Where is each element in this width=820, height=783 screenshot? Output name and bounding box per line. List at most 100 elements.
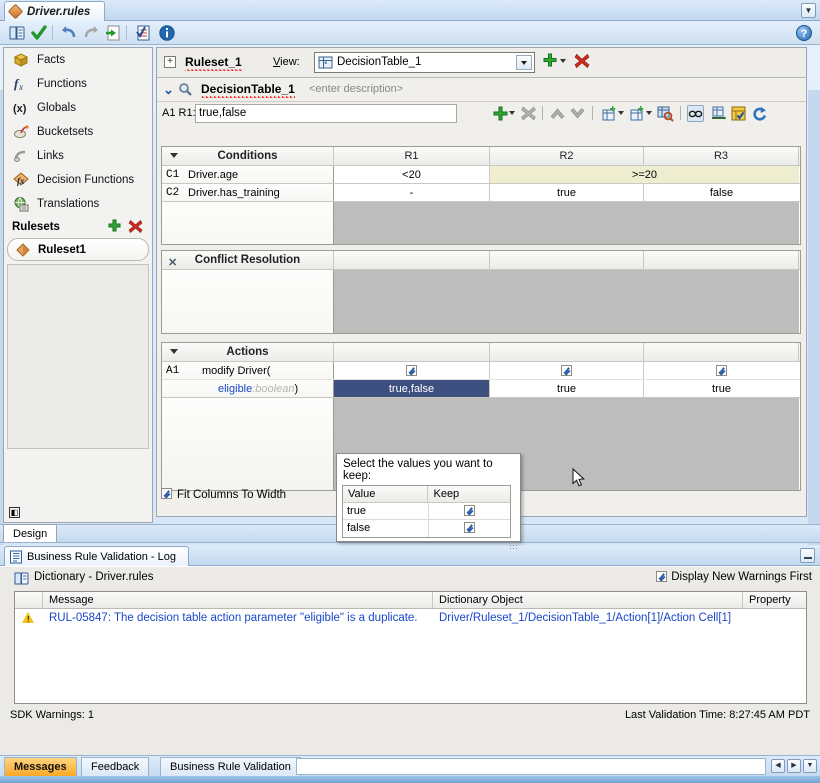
collapse-triangle-icon[interactable] [170,153,178,158]
action-value-r1[interactable]: true,false [334,380,490,397]
action-enabled-checkbox[interactable] [406,365,417,376]
compact-rules-icon[interactable] [710,105,727,122]
checklist-icon[interactable] [134,24,152,42]
log-message[interactable]: RUL-05847: The decision table action par… [43,609,433,627]
actions-title-cell[interactable]: Actions [162,343,334,361]
chevron-down-icon[interactable]: ▼ [801,3,816,18]
split-dropdown-arrow[interactable] [618,111,624,115]
nav-prev-icon[interactable]: ◀ [771,759,785,773]
action-enabled-checkbox[interactable] [561,365,572,376]
delete-view-button[interactable] [574,53,590,69]
chevron-down-icon[interactable] [516,55,532,70]
keep-checkbox[interactable] [464,522,475,533]
tab-feedback[interactable]: Feedback [81,757,149,776]
add-rule-icon[interactable] [492,105,509,122]
add-view-dropdown-arrow[interactable] [560,59,566,63]
action-enabled-r3[interactable] [644,362,799,379]
fit-columns-checkbox[interactable] [161,488,172,499]
resize-grip-icon[interactable] [509,541,518,550]
sidebar-empty-area [7,264,149,449]
add-ruleset-button[interactable] [107,219,122,234]
conflict-check-icon[interactable] [730,105,747,122]
column-header-r2[interactable]: R2 [490,147,644,165]
condition-cell-c1-merged-r2-r3[interactable]: >=20 [490,166,799,183]
condition-cell-c1-r1[interactable]: <20 [334,166,490,183]
keep-value-label: true [343,503,429,519]
sidebar-item-decision-functions[interactable]: fx Decision Functions [4,168,152,192]
validate-check-icon[interactable] [30,24,48,42]
column-header-r1[interactable]: R1 [334,147,490,165]
expression-input[interactable]: true,false [195,104,457,123]
action-param-label-cell[interactable]: eligible:boolean) [162,380,334,397]
double-chevron-icon[interactable]: ⌄ [163,82,174,98]
display-new-warnings-first-toggle[interactable]: Display New Warnings First [656,571,812,583]
sidebar-item-functions[interactable]: fx Functions [4,72,152,96]
collapse-triangle-icon[interactable] [170,349,178,354]
sidebar-footer-toggle[interactable]: ◧ [3,505,153,523]
log-dictionary-object[interactable]: Driver/Ruleset_1/DecisionTable_1/Action[… [433,609,743,627]
action-enabled-checkbox[interactable] [716,365,727,376]
view-select[interactable]: DecisionTable_1 [314,52,535,73]
nav-next-icon[interactable]: ▶ [787,759,801,773]
display-new-warnings-checkbox[interactable] [656,571,667,582]
keep-checkbox[interactable] [464,505,475,516]
nav-menu-icon[interactable]: ▼ [803,759,817,773]
find-table-icon[interactable] [657,105,674,122]
document-tab-driver-rules[interactable]: Driver.rules [4,1,105,21]
export-icon[interactable] [104,24,122,42]
condition-cell-c2-r3[interactable]: false [644,184,799,201]
keep-values-row[interactable]: true [343,503,510,520]
merge-dropdown-arrow[interactable] [646,111,652,115]
undo-icon[interactable] [60,24,78,42]
sidebar-item-facts[interactable]: Facts [4,48,152,72]
tab-messages[interactable]: Messages [4,757,77,776]
log-col-message[interactable]: Message [43,592,433,608]
action-enabled-r2[interactable] [490,362,644,379]
actions-header-r2 [490,343,644,361]
log-col-property[interactable]: Property [743,592,806,608]
info-icon[interactable] [158,24,176,42]
add-rule-dropdown-arrow[interactable] [509,111,515,115]
gap-check-icon[interactable] [687,105,704,122]
delete-ruleset-button[interactable] [128,219,143,234]
action-label-cell[interactable]: A1 modify Driver( [162,362,334,379]
refresh-table-icon[interactable] [751,105,768,122]
help-question-icon[interactable]: ? [796,25,812,41]
keep-values-row[interactable]: false [343,520,510,537]
action-value-r2[interactable]: true [490,380,644,397]
sidebar-item-globals[interactable]: (x) Globals [4,96,152,120]
magnifier-icon[interactable] [178,82,193,97]
sidebar-item-label: Links [37,150,64,162]
collapse-panel-icon[interactable]: ◧ [9,507,20,518]
split-table-icon[interactable] [601,105,618,122]
tab-business-rule-validation[interactable]: Business Rule Validation [160,757,301,776]
expand-ruleset-toggle[interactable]: + [164,56,176,68]
keep-values-popup[interactable]: Select the values you want to keep: Valu… [336,453,521,542]
sidebar-item-ruleset1[interactable]: Ruleset1 [7,238,149,261]
column-header-r3[interactable]: R3 [644,147,799,165]
add-view-button[interactable] [542,53,558,69]
keep-value-checkbox-cell[interactable] [429,503,511,519]
condition-label-cell[interactable]: C2 Driver.has_training [162,184,334,201]
tab-business-rule-validation-log[interactable]: Business Rule Validation - Log [4,546,189,566]
condition-cell-c2-r2[interactable]: true [490,184,644,201]
condition-cell-c2-r1[interactable]: - [334,184,490,201]
keep-value-checkbox-cell[interactable] [429,520,511,537]
sidebar-item-links[interactable]: Links [4,144,152,168]
dictionary-icon[interactable] [8,24,26,42]
action-value-r3[interactable]: true [644,380,799,397]
table-row[interactable]: ! RUL-05847: The decision table action p… [15,609,806,627]
conflict-resolution-title-cell[interactable]: ✕ Conflict Resolution [162,251,334,269]
action-param-name[interactable]: eligible [218,383,252,395]
sidebar-item-translations[interactable]: Translations [4,192,152,216]
sidebar-item-bucketsets[interactable]: Bucketsets [4,120,152,144]
main-content: Facts fx Functions (x) Globals Bucketset… [0,45,820,523]
condition-label-cell[interactable]: C1 Driver.age [162,166,334,183]
merge-table-icon[interactable] [629,105,646,122]
conditions-title-cell[interactable]: Conditions [162,147,334,165]
log-col-dictionary-object[interactable]: Dictionary Object [433,592,743,608]
tab-design[interactable]: Design [3,524,57,542]
minimize-icon[interactable] [800,548,815,563]
action-enabled-r1[interactable] [334,362,490,379]
decision-table-description[interactable]: <enter description> [309,83,403,95]
